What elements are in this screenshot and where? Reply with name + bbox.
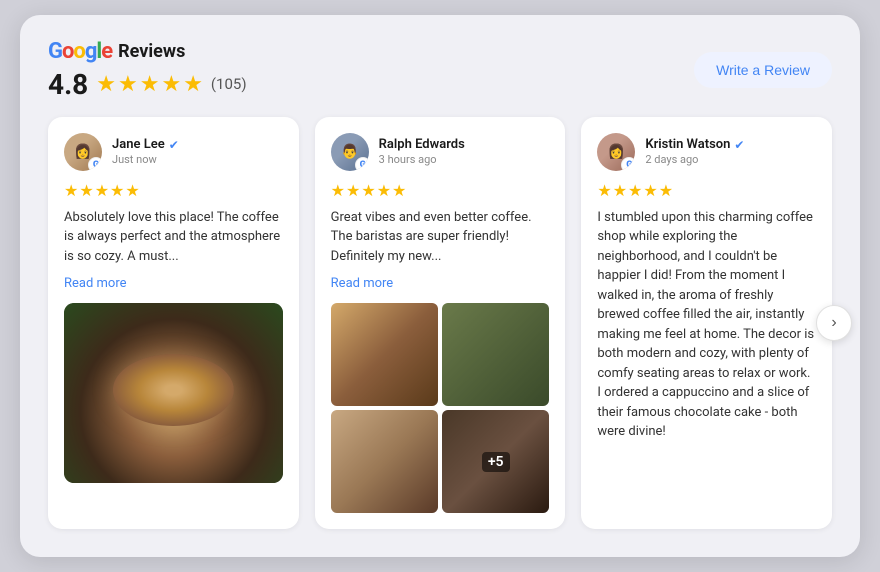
star: ★	[110, 181, 124, 200]
star: ★	[64, 181, 78, 200]
star-3: ★	[140, 72, 160, 97]
verified-icon: ✔	[734, 138, 744, 152]
star: ★	[79, 181, 93, 200]
reviews-grid: 👩 G Jane Lee ✔ Just now ★ ★ ★ ★ ★ Absol	[48, 117, 832, 530]
review-card-kristin-watson: 👩 G Kristin Watson ✔ 2 days ago ★ ★ ★ ★ …	[581, 117, 832, 530]
avatar: 👩 G	[64, 133, 102, 171]
star-1: ★	[96, 72, 116, 97]
star: ★	[597, 181, 611, 200]
review-time: 2 days ago	[645, 153, 744, 166]
name-row: Kristin Watson ✔	[645, 137, 744, 152]
chevron-right-icon: ›	[831, 314, 836, 332]
rating-number: 4.8	[48, 68, 88, 101]
reviewer-name: Ralph Edwards	[379, 137, 465, 152]
star: ★	[628, 181, 642, 200]
review-card-ralph-edwards: 👨 G Ralph Edwards 3 hours ago ★ ★ ★ ★ ★ …	[315, 117, 566, 530]
rating-row: 4.8 ★ ★ ★ ★ ★ (105)	[48, 68, 247, 101]
write-review-button[interactable]: Write a Review	[694, 52, 832, 88]
review-text: Absolutely love this place! The coffee i…	[64, 208, 283, 267]
star: ★	[361, 181, 375, 200]
overall-stars: ★ ★ ★ ★ ★	[96, 72, 203, 97]
google-reviews-widget: Google Reviews 4.8 ★ ★ ★ ★ ★ (105) Write…	[20, 15, 860, 558]
review-grid-image-3	[331, 410, 438, 513]
title-row: Google Reviews	[48, 39, 247, 64]
star-5: ★	[183, 72, 203, 97]
name-row: Ralph Edwards	[379, 137, 465, 152]
reviewer-info: Jane Lee ✔ Just now	[112, 137, 179, 166]
star: ★	[125, 181, 139, 200]
header-left: Google Reviews 4.8 ★ ★ ★ ★ ★ (105)	[48, 39, 247, 101]
reviewer-info: Kristin Watson ✔ 2 days ago	[645, 137, 744, 166]
star-4: ★	[161, 72, 181, 97]
google-logo: Google	[48, 39, 112, 64]
star-2: ★	[118, 72, 138, 97]
review-stars: ★ ★ ★ ★ ★	[597, 181, 816, 200]
verified-icon: ✔	[169, 138, 179, 152]
reviewer-name: Kristin Watson	[645, 137, 730, 152]
star: ★	[95, 181, 109, 200]
review-image	[64, 303, 283, 483]
star: ★	[331, 181, 345, 200]
google-g-badge: G	[355, 157, 369, 171]
star: ★	[643, 181, 657, 200]
star: ★	[392, 181, 406, 200]
review-text: I stumbled upon this charming coffee sho…	[597, 208, 816, 442]
star: ★	[613, 181, 627, 200]
widget-header: Google Reviews 4.8 ★ ★ ★ ★ ★ (105) Write…	[48, 39, 832, 101]
review-grid-image-1	[331, 303, 438, 406]
next-button[interactable]: ›	[816, 305, 852, 341]
coffee-latte-photo	[64, 303, 283, 483]
reviewer-row: 👩 G Jane Lee ✔ Just now	[64, 133, 283, 171]
star: ★	[659, 181, 673, 200]
more-photos-badge[interactable]: +5	[482, 452, 510, 472]
star: ★	[346, 181, 360, 200]
name-row: Jane Lee ✔	[112, 137, 179, 152]
reviewer-name: Jane Lee	[112, 137, 165, 152]
google-g-badge: G	[88, 157, 102, 171]
review-text: Great vibes and even better coffee. The …	[331, 208, 550, 267]
read-more-link[interactable]: Read more	[64, 276, 127, 291]
reviewer-row: 👩 G Kristin Watson ✔ 2 days ago	[597, 133, 816, 171]
avatar: 👨 G	[331, 133, 369, 171]
review-count: (105)	[211, 75, 247, 93]
star: ★	[377, 181, 391, 200]
review-stars: ★ ★ ★ ★ ★	[64, 181, 283, 200]
review-grid-image-2	[442, 303, 549, 406]
review-time: Just now	[112, 153, 179, 166]
reviews-label: Reviews	[118, 41, 185, 62]
reviewer-info: Ralph Edwards 3 hours ago	[379, 137, 465, 166]
review-card-jane-lee: 👩 G Jane Lee ✔ Just now ★ ★ ★ ★ ★ Absol	[48, 117, 299, 530]
google-g-badge: G	[621, 157, 635, 171]
review-grid-image-4: +5	[442, 410, 549, 513]
review-images-grid: +5	[331, 303, 550, 513]
avatar: 👩 G	[597, 133, 635, 171]
review-stars: ★ ★ ★ ★ ★	[331, 181, 550, 200]
read-more-link[interactable]: Read more	[331, 276, 394, 291]
review-time: 3 hours ago	[379, 153, 465, 166]
reviewer-row: 👨 G Ralph Edwards 3 hours ago	[331, 133, 550, 171]
